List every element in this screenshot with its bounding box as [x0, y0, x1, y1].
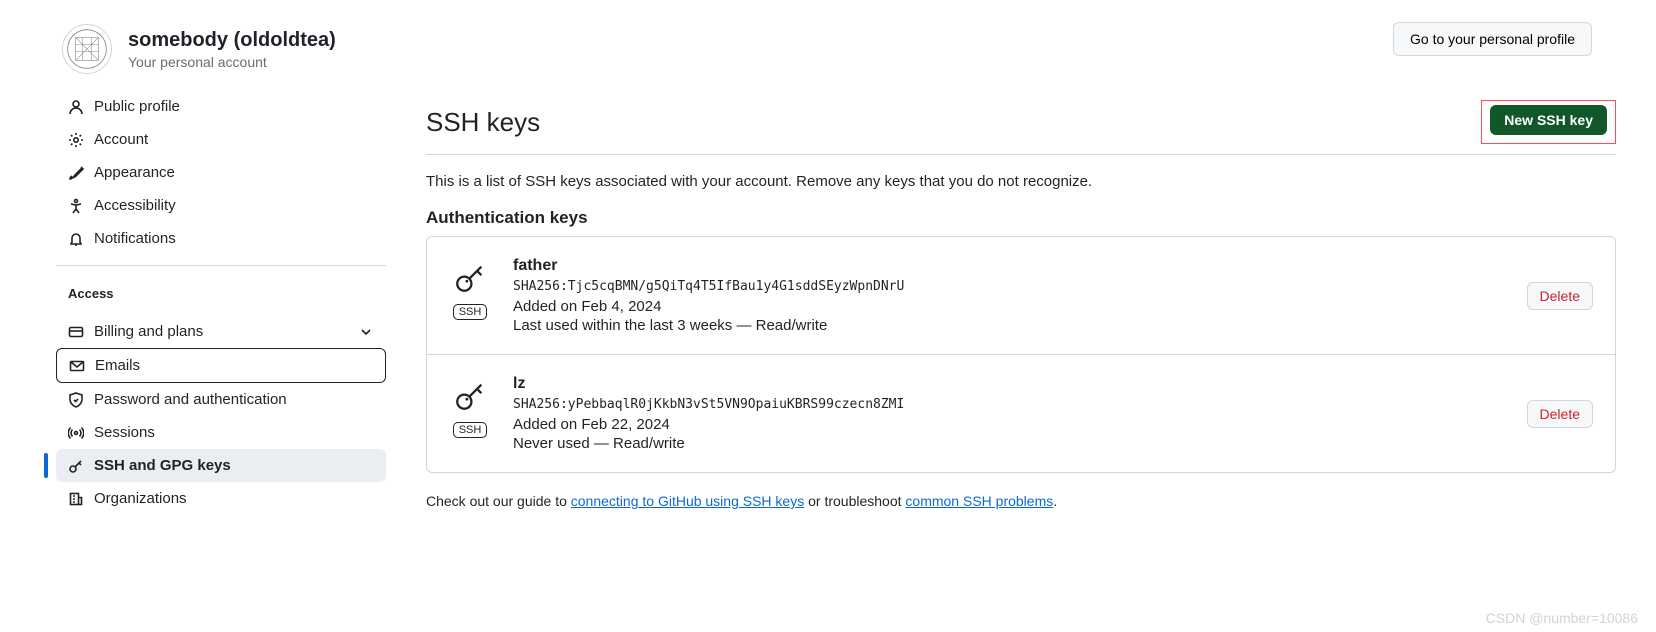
credit-card-icon — [68, 324, 84, 340]
person-icon — [68, 99, 84, 115]
ssh-keys-description: This is a list of SSH keys associated wi… — [426, 173, 1616, 190]
sidebar-item-appearance[interactable]: Appearance — [56, 156, 386, 189]
shield-icon — [68, 392, 84, 408]
bell-icon — [68, 231, 84, 247]
profile-display-name: somebody (oldoldtea) — [128, 29, 336, 52]
key-fingerprint: SHA256:Tjc5cqBMN/g5QiTq4T5IfBau1y4G1sddS… — [513, 279, 1505, 294]
ssh-badge: SSH — [453, 304, 488, 320]
ssh-key-row: SSH father SHA256:Tjc5cqBMN/g5QiTq4T5IfB… — [427, 237, 1615, 354]
sidebar-item-label: Emails — [95, 357, 140, 374]
sidebar-item-ssh-gpg[interactable]: SSH and GPG keys — [56, 449, 386, 482]
auth-keys-heading: Authentication keys — [426, 208, 1616, 228]
ssh-footer-text: Check out our guide to connecting to Git… — [426, 493, 1616, 509]
sidebar-item-accessibility[interactable]: Accessibility — [56, 189, 386, 222]
mail-icon — [69, 358, 85, 374]
sidebar-item-label: Organizations — [94, 490, 187, 507]
new-ssh-key-button[interactable]: New SSH key — [1490, 105, 1607, 135]
gear-icon — [68, 132, 84, 148]
highlight-new-key: New SSH key — [1481, 100, 1616, 144]
main-content: SSH keys New SSH key This is a list of S… — [426, 24, 1616, 515]
link-ssh-guide[interactable]: connecting to GitHub using SSH keys — [571, 493, 804, 509]
watermark: CSDN @number=10086 — [1486, 610, 1638, 626]
key-name: lz — [513, 375, 1505, 393]
divider — [56, 265, 386, 266]
organization-icon — [68, 491, 84, 507]
sidebar-item-label: Sessions — [94, 424, 155, 441]
nav-group-general: Public profile Account Appearance Access… — [56, 90, 386, 255]
delete-key-button[interactable]: Delete — [1527, 282, 1593, 310]
key-icon — [68, 458, 84, 474]
ssh-key-list: SSH father SHA256:Tjc5cqBMN/g5QiTq4T5IfB… — [426, 236, 1616, 473]
sidebar-item-label: Public profile — [94, 98, 180, 115]
sidebar-item-account[interactable]: Account — [56, 123, 386, 156]
sidebar-item-password[interactable]: Password and authentication — [56, 383, 386, 416]
sidebar-item-label: Account — [94, 131, 148, 148]
key-added: Added on Feb 22, 2024 — [513, 416, 1505, 433]
key-icon — [453, 379, 487, 416]
profile-header: somebody (oldoldtea) Your personal accou… — [56, 24, 386, 74]
key-name: father — [513, 257, 1505, 275]
broadcast-icon — [68, 425, 84, 441]
sidebar-item-notifications[interactable]: Notifications — [56, 222, 386, 255]
key-added: Added on Feb 4, 2024 — [513, 298, 1505, 315]
sidebar-item-label: Password and authentication — [94, 391, 287, 408]
link-ssh-problems[interactable]: common SSH problems — [905, 493, 1053, 509]
sidebar-item-public-profile[interactable]: Public profile — [56, 90, 386, 123]
key-fingerprint: SHA256:yPebbaqlR0jKkbN3vSt5VN9OpaiuKBRS9… — [513, 397, 1505, 412]
page-title: SSH keys — [426, 107, 540, 138]
profile-subtitle: Your personal account — [128, 54, 336, 70]
brush-icon — [68, 165, 84, 181]
sidebar-item-emails[interactable]: Emails — [56, 348, 386, 383]
sidebar-item-sessions[interactable]: Sessions — [56, 416, 386, 449]
sidebar-item-label: SSH and GPG keys — [94, 457, 231, 474]
sidebar-item-label: Notifications — [94, 230, 176, 247]
ssh-badge: SSH — [453, 422, 488, 438]
sidebar-item-billing[interactable]: Billing and plans — [56, 315, 386, 348]
access-heading: Access — [56, 276, 386, 307]
sidebar-item-label: Accessibility — [94, 197, 176, 214]
settings-sidebar: somebody (oldoldtea) Your personal accou… — [56, 24, 386, 515]
avatar[interactable] — [62, 24, 112, 74]
sidebar-item-organizations[interactable]: Organizations — [56, 482, 386, 515]
accessibility-icon — [68, 198, 84, 214]
key-last-used: Last used within the last 3 weeks — Read… — [513, 317, 1505, 334]
sidebar-item-label: Appearance — [94, 164, 175, 181]
ssh-key-row: SSH lz SHA256:yPebbaqlR0jKkbN3vSt5VN9Opa… — [427, 354, 1615, 472]
sidebar-item-label: Billing and plans — [94, 323, 203, 340]
key-last-used: Never used — Read/write — [513, 435, 1505, 452]
chevron-down-icon — [358, 324, 374, 340]
nav-group-access: Billing and plans Emails Password and au… — [56, 315, 386, 515]
delete-key-button[interactable]: Delete — [1527, 400, 1593, 428]
key-icon — [453, 261, 487, 298]
